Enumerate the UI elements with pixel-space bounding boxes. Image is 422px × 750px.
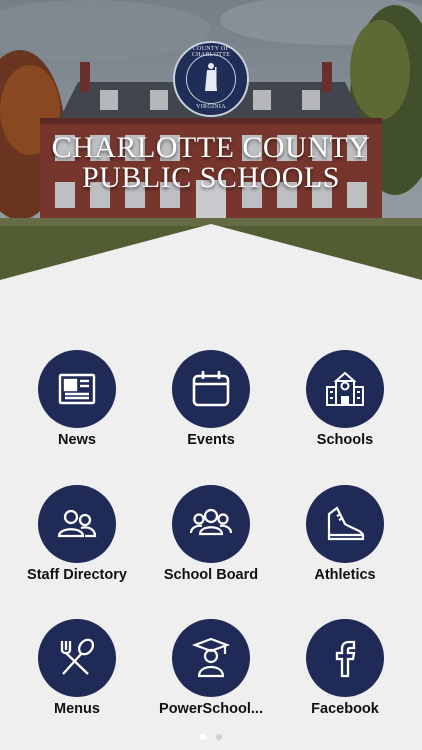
page-indicator xyxy=(0,734,422,740)
tile-label: School Board xyxy=(163,567,259,583)
tile-label: Athletics xyxy=(314,567,376,583)
newspaper-icon xyxy=(58,373,96,405)
tile-news[interactable]: News xyxy=(10,350,144,460)
tile-label: News xyxy=(58,432,96,448)
page-dot[interactable] xyxy=(216,734,222,740)
page-dot-active[interactable] xyxy=(200,734,206,740)
tile-label: Schools xyxy=(316,432,374,448)
events-circle xyxy=(172,350,250,428)
tile-schools[interactable]: Schools xyxy=(278,350,412,460)
tile-facebook[interactable]: Facebook xyxy=(278,619,412,729)
news-circle xyxy=(38,350,116,428)
fork-spoon-icon xyxy=(60,638,95,675)
graduate-icon xyxy=(191,637,231,678)
tile-menus[interactable]: Menus xyxy=(10,619,144,729)
tile-staff-directory[interactable]: Staff Directory xyxy=(10,485,144,595)
tile-school-board[interactable]: School Board xyxy=(144,485,278,595)
people-icon xyxy=(57,509,97,538)
schools-circle xyxy=(306,350,384,428)
school-board-circle xyxy=(172,485,250,563)
facebook-icon xyxy=(335,640,356,678)
tile-athletics[interactable]: Athletics xyxy=(278,485,412,595)
facebook-circle xyxy=(306,619,384,697)
powerschool-circle xyxy=(172,619,250,697)
tile-label: PowerSchool... xyxy=(159,701,263,717)
group-icon xyxy=(189,508,233,536)
staff-directory-circle xyxy=(38,485,116,563)
athletics-circle xyxy=(306,485,384,563)
calendar-icon xyxy=(192,371,230,407)
tile-events[interactable]: Events xyxy=(144,350,278,460)
tile-label: Facebook xyxy=(311,701,379,717)
school-building-icon xyxy=(326,371,364,406)
sneaker-icon xyxy=(327,506,365,541)
menus-circle xyxy=(38,619,116,697)
menu-grid: News Events Schools Staff Directory Scho… xyxy=(0,0,422,750)
tile-label: Staff Directory xyxy=(27,567,127,583)
tile-powerschool[interactable]: PowerSchool... xyxy=(144,619,278,729)
tile-label: Events xyxy=(187,432,235,448)
tile-label: Menus xyxy=(54,701,100,717)
